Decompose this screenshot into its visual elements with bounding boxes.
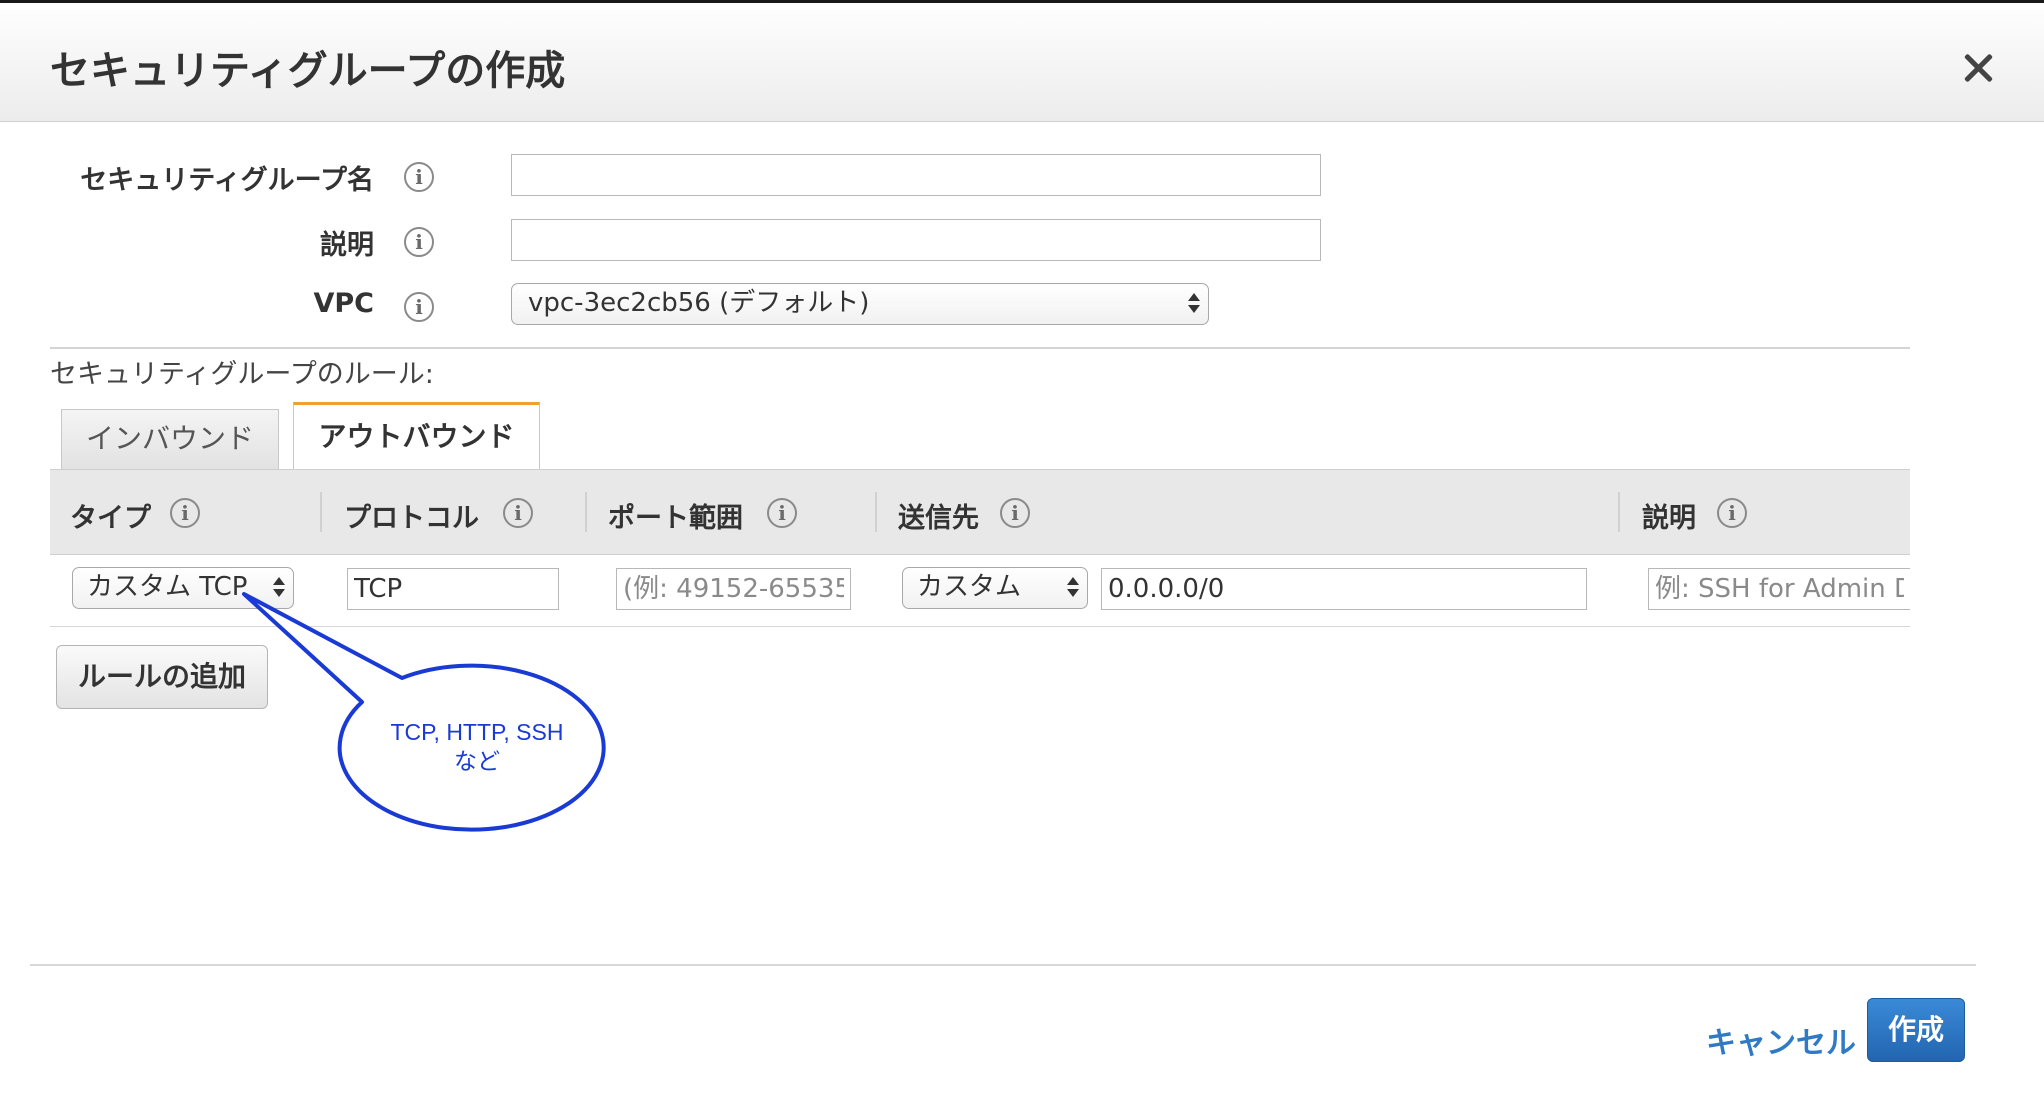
rules-section-label: セキュリティグループのルール: [50, 359, 434, 390]
column-separator [320, 492, 322, 532]
annotation-text: TCP, HTTP, SSH など [342, 718, 612, 776]
column-separator [585, 492, 587, 532]
info-icon[interactable]: i [404, 292, 434, 322]
vpc-select[interactable]: vpc-3ec2cb56 (デフォルト) [511, 283, 1209, 325]
top-border [0, 0, 2044, 3]
row-divider [50, 626, 1910, 627]
group-name-input[interactable] [511, 154, 1321, 196]
footer-divider [30, 964, 1976, 966]
close-icon[interactable] [1958, 48, 1998, 88]
select-arrows-icon [1067, 572, 1079, 602]
info-icon[interactable]: i [1717, 498, 1747, 528]
destination-cidr-input[interactable] [1101, 568, 1587, 610]
type-select-value: カスタム TCP [87, 572, 248, 602]
vpc-label: VPC [313, 288, 375, 319]
tab-outbound[interactable]: アウトバウンド [293, 402, 540, 470]
group-name-label: セキュリティグループ名 [80, 165, 374, 196]
info-icon[interactable]: i [404, 162, 434, 192]
description-input[interactable] [511, 219, 1321, 261]
description-label: 説明 [320, 230, 374, 261]
section-divider [50, 347, 1910, 349]
dialog-header: セキュリティグループの作成 [0, 0, 2044, 122]
column-header-type: タイプ [70, 503, 151, 534]
cancel-button[interactable]: キャンセル [1706, 1018, 1856, 1062]
info-icon[interactable]: i [503, 498, 533, 528]
select-arrows-icon [1188, 288, 1200, 318]
destination-type-value: カスタム [917, 572, 1022, 602]
column-header-description: 説明 [1642, 503, 1696, 534]
tab-inbound[interactable]: インバウンド [61, 409, 279, 469]
add-rule-button[interactable]: ルールの追加 [56, 645, 268, 709]
info-icon[interactable]: i [170, 498, 200, 528]
column-separator [1618, 492, 1620, 532]
info-icon[interactable]: i [404, 227, 434, 257]
rules-table-header: タイプ i プロトコル i ポート範囲 i 送信先 i 説明 i [50, 469, 1910, 555]
create-button[interactable]: 作成 [1867, 998, 1965, 1062]
annotation-line-2: など [454, 748, 500, 774]
rule-description-input[interactable] [1648, 568, 1910, 610]
column-header-protocol: プロトコル [344, 503, 479, 534]
destination-type-select[interactable]: カスタム [902, 567, 1088, 609]
column-header-destination: 送信先 [898, 503, 979, 534]
column-separator [875, 492, 877, 532]
info-icon[interactable]: i [1000, 498, 1030, 528]
annotation-line-1: TCP, HTTP, SSH [390, 719, 564, 745]
select-arrows-icon [273, 572, 285, 602]
column-header-port-range: ポート範囲 [608, 503, 743, 534]
dialog-title: セキュリティグループの作成 [50, 48, 566, 94]
callout-bubble [242, 592, 606, 832]
vpc-select-value: vpc-3ec2cb56 (デフォルト) [528, 288, 870, 318]
protocol-field [347, 568, 559, 610]
info-icon[interactable]: i [767, 498, 797, 528]
port-range-input[interactable] [616, 568, 851, 610]
type-select[interactable]: カスタム TCP [72, 567, 294, 609]
create-security-group-dialog: セキュリティグループの作成 セキュリティグループ名 i 説明 i VPC i v… [0, 0, 2044, 1102]
